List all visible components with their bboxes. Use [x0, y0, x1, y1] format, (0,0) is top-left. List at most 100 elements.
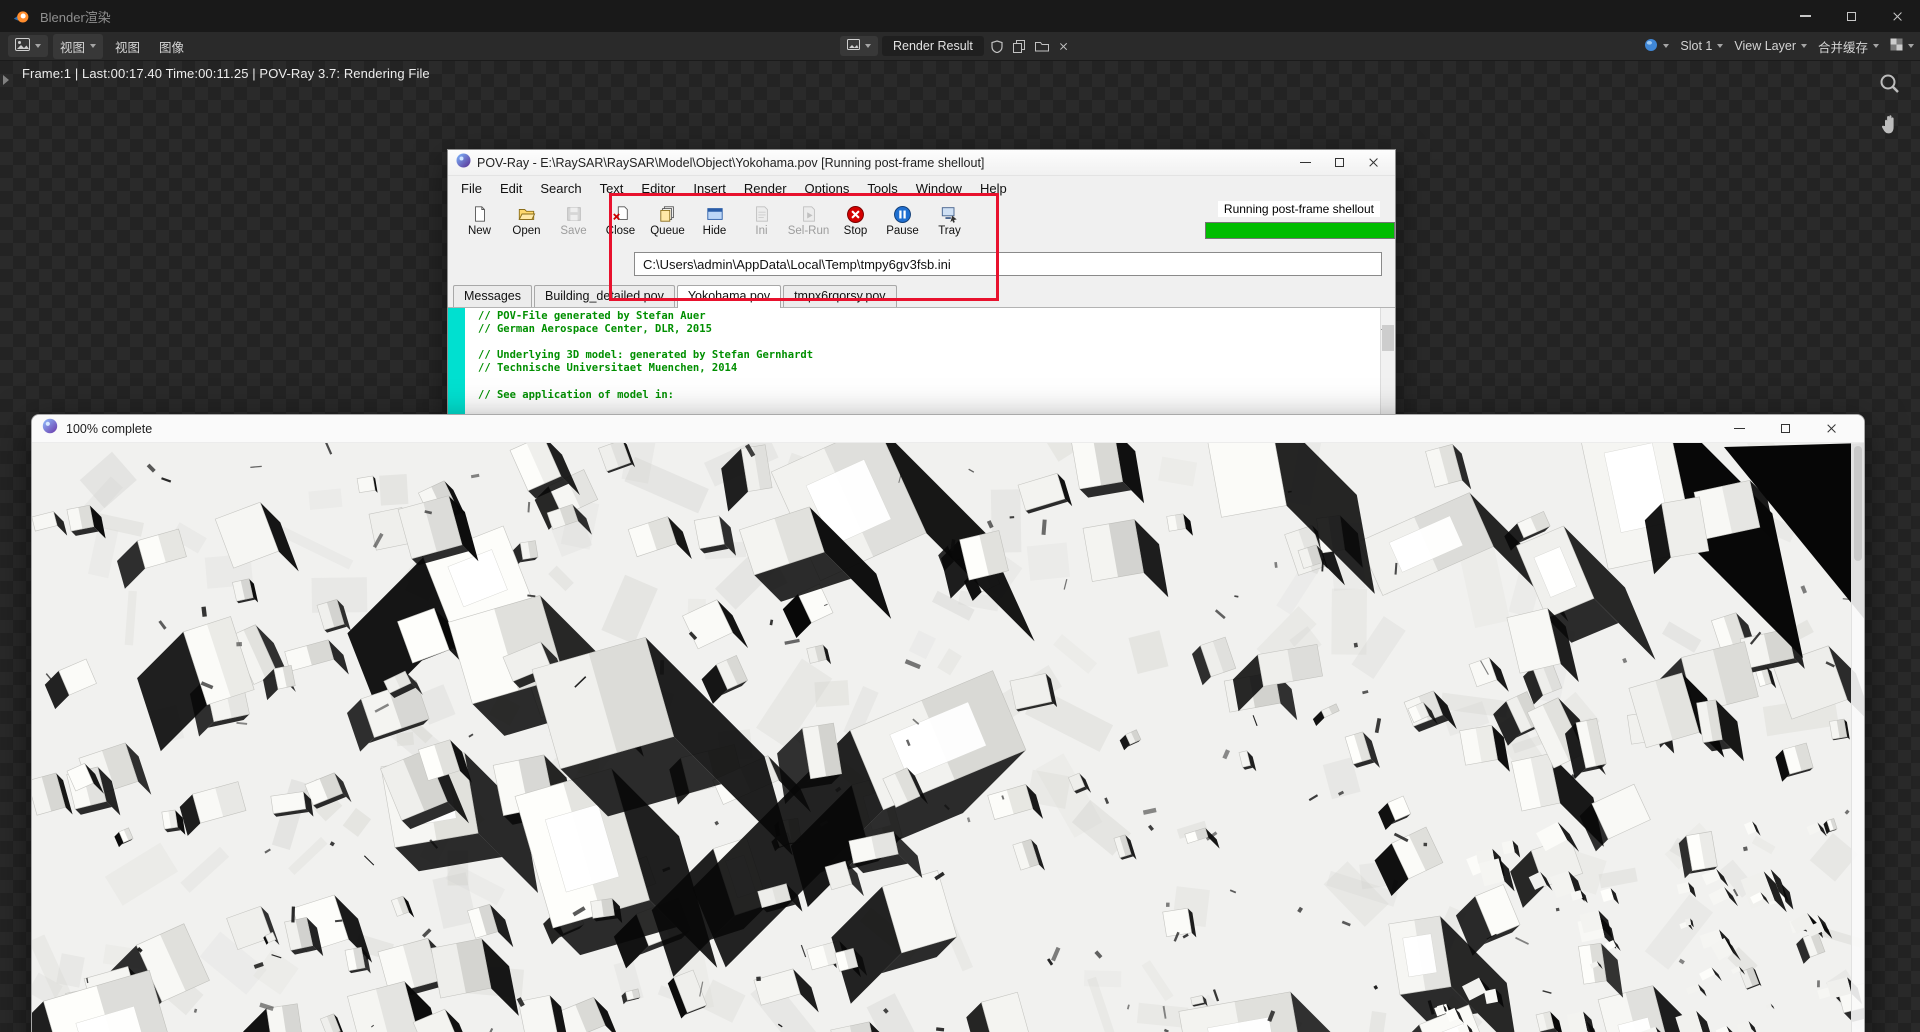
render-scrollbar[interactable] [1851, 443, 1864, 1032]
chevron-down-icon [1663, 44, 1669, 48]
povray-toolbar-queue-button[interactable]: Queue [644, 202, 691, 237]
povray-toolbar-stop-button[interactable]: Stop [832, 202, 879, 237]
hide-icon [705, 204, 725, 224]
menu-view[interactable]: 视图 [108, 34, 147, 59]
toolbar-button-label: Sel-Run [788, 225, 830, 237]
blender-window-title: Blender渲染 [40, 7, 111, 26]
close-icon [1892, 11, 1903, 22]
pan-gizmo-button[interactable] [1877, 111, 1903, 137]
magnifier-icon [1879, 73, 1901, 95]
povray-menu-help[interactable]: Help [971, 179, 1016, 198]
unlink-image-icon[interactable] [1056, 42, 1071, 51]
povray-toolbar-pause-button[interactable]: Pause [879, 202, 926, 237]
povray-menu-text[interactable]: Text [591, 179, 633, 198]
povray-titlebar[interactable]: POV-Ray - E:\RaySAR\RaySAR\Model\Object\… [448, 150, 1395, 176]
render-close-button[interactable] [1808, 415, 1854, 443]
chevron-down-icon [1801, 44, 1807, 48]
ini-path-field[interactable]: C:\Users\admin\AppData\Local\Temp\tmpy6g… [634, 252, 1382, 276]
fake-user-shield-icon[interactable] [988, 40, 1006, 53]
toolbar-button-label: Pause [886, 225, 919, 237]
code-line: // German Aerospace Center, DLR, 2015 [478, 323, 1377, 336]
povray-menu-edit[interactable]: Edit [491, 179, 531, 198]
povray-tab-tmpx6rqorsy-pov[interactable]: tmpx6rqorsy.pov [783, 285, 896, 307]
povray-menu-editor[interactable]: Editor [632, 179, 684, 198]
blender-titlebar: Blender渲染 [0, 0, 1920, 32]
toolbar-button-label: Queue [650, 225, 685, 237]
povray-tab-yokohama-pov[interactable]: Yokohama.pov [677, 285, 781, 308]
toolbar-button-label: Stop [844, 225, 868, 237]
povray-toolbar-ini-button: Ini [738, 202, 785, 237]
view-layer-dropdown[interactable]: View Layer [1734, 39, 1807, 53]
povray-menu-window[interactable]: Window [907, 179, 971, 198]
povray-menu-render[interactable]: Render [735, 179, 796, 198]
povray-window-title: POV-Ray - E:\RaySAR\RaySAR\Model\Object\… [477, 156, 984, 170]
view-sphere-dropdown[interactable] [1644, 38, 1669, 55]
povray-toolbar-new-button[interactable]: New [456, 202, 503, 237]
editor-type-dropdown[interactable] [8, 35, 48, 57]
display-channels-dropdown[interactable] [1890, 38, 1914, 54]
blender-close-button[interactable] [1874, 0, 1920, 32]
render-pass-dropdown[interactable]: 合并缓存 [1818, 37, 1879, 56]
render-window-title: 100% complete [66, 422, 152, 436]
toolbar-button-label: New [468, 225, 491, 237]
povray-path-row: C:\Users\admin\AppData\Local\Temp\tmpy6g… [448, 246, 1395, 282]
open-folder-icon [517, 204, 537, 224]
render-scrollbar-thumb[interactable] [1854, 446, 1862, 561]
povray-app-icon [456, 153, 471, 173]
code-line [478, 375, 1377, 388]
chevron-down-icon [1873, 44, 1879, 48]
zoom-gizmo-button[interactable] [1877, 71, 1903, 97]
region-expand-arrow-icon[interactable] [3, 75, 9, 85]
blender-maximize-button[interactable] [1828, 0, 1874, 32]
povray-maximize-button[interactable] [1325, 152, 1353, 174]
render-maximize-button[interactable] [1762, 415, 1808, 443]
city-render-svg [32, 443, 1865, 1032]
toolbar-button-label: Close [606, 225, 635, 237]
povray-toolbar-open-button[interactable]: Open [503, 202, 550, 237]
blender-minimize-button[interactable] [1782, 0, 1828, 32]
povray-menubar: FileEditSearchTextEditorInsertRenderOpti… [448, 176, 1395, 200]
menu-image[interactable]: 图像 [152, 34, 191, 59]
display-channels-icon [1890, 38, 1903, 54]
povray-menu-insert[interactable]: Insert [684, 179, 735, 198]
scrollbar-thumb[interactable] [1382, 325, 1394, 351]
render-minimize-button[interactable] [1716, 415, 1762, 443]
render-image-area [32, 443, 1864, 1032]
render-result-window: 100% complete [31, 414, 1865, 1032]
povray-toolbar-hide-button[interactable]: Hide [691, 202, 738, 237]
render-progress-bar [1205, 222, 1395, 239]
code-line: // See application of model in: [478, 389, 1377, 402]
render-window-titlebar[interactable]: 100% complete [32, 415, 1864, 443]
povray-menu-search[interactable]: Search [531, 179, 590, 198]
povray-menu-options[interactable]: Options [796, 179, 859, 198]
pause-icon [893, 204, 913, 224]
code-line: // Underlying 3D model: generated by Ste… [478, 349, 1377, 362]
povray-close-button[interactable] [1359, 152, 1387, 174]
toolbar-button-label: Ini [755, 225, 767, 237]
save-icon [564, 204, 584, 224]
chevron-down-icon [865, 44, 871, 48]
chevron-down-icon [1908, 44, 1914, 48]
hand-icon [1881, 114, 1900, 135]
maximize-icon [1335, 158, 1344, 167]
povray-tab-building-detailed-pov[interactable]: Building_detailed.pov [534, 285, 675, 307]
new-image-icon[interactable] [1010, 40, 1028, 53]
blue-sphere-icon [1644, 38, 1658, 55]
povray-toolbar-tray-button[interactable]: Tray [926, 202, 973, 237]
povray-menu-tools[interactable]: Tools [858, 179, 906, 198]
image-name-field[interactable]: Render Result [882, 36, 984, 56]
maximize-icon [1847, 12, 1856, 21]
code-line [478, 336, 1377, 349]
povray-toolbar-close-button[interactable]: Close [597, 202, 644, 237]
povray-tabs: MessagesBuilding_detailed.povYokohama.po… [448, 282, 1395, 308]
slot-dropdown[interactable]: Slot 1 [1680, 39, 1723, 53]
open-image-folder-icon[interactable] [1032, 40, 1052, 52]
povray-toolbar-sel-run-button: Sel-Run [785, 202, 832, 237]
povray-minimize-button[interactable] [1291, 152, 1319, 174]
povray-tab-messages[interactable]: Messages [453, 285, 532, 307]
browse-image-dropdown[interactable] [840, 36, 878, 56]
povray-menu-file[interactable]: File [452, 179, 491, 198]
sel-run-icon [799, 204, 819, 224]
minimize-icon [1800, 15, 1811, 17]
mode-dropdown[interactable]: 视图 [53, 34, 103, 59]
